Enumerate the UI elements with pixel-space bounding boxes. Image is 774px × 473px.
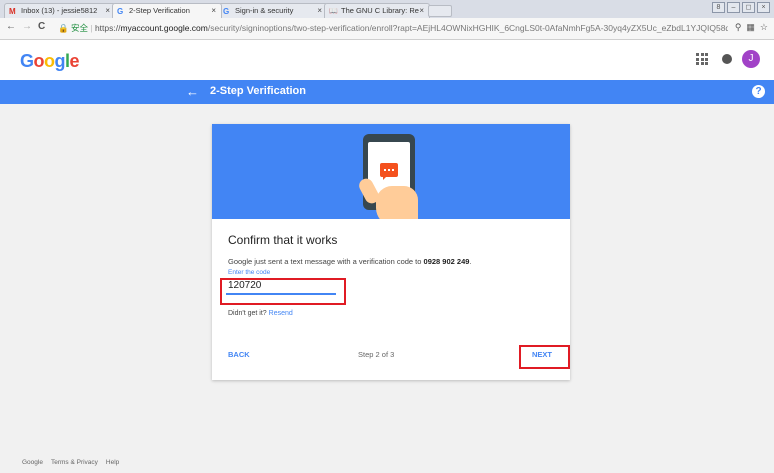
maximize-button[interactable]: ◻ (742, 2, 755, 13)
highlight-box-next (519, 345, 570, 369)
logo-letter: g (54, 51, 66, 71)
google-icon: G (223, 7, 230, 16)
tab-sign-in-security[interactable]: G Sign-in & security × (218, 3, 328, 18)
google-logo[interactable]: Google (20, 51, 80, 72)
help-icon[interactable]: ? (752, 85, 765, 98)
reload-button[interactable]: C (38, 21, 45, 32)
tab-label: The GNU C Library: Re (341, 6, 419, 15)
url-host: myaccount.google.com (120, 23, 208, 33)
notifications-icon[interactable] (722, 54, 732, 64)
code-label: Enter the code (228, 269, 271, 276)
close-tab-icon[interactable]: × (105, 4, 110, 18)
highlight-box-code (220, 278, 346, 305)
title-bar: ← 2-Step Verification ? (0, 80, 774, 104)
minimize-button[interactable]: – (727, 2, 740, 13)
key-icon[interactable]: ⚲ (735, 22, 742, 33)
apps-grid-icon[interactable] (696, 53, 708, 65)
book-icon: 📖 (329, 8, 338, 15)
gmail-icon: M (9, 7, 16, 16)
forward-button[interactable]: → (22, 21, 32, 32)
back-button[interactable]: BACK (228, 350, 250, 359)
google-header: Google J (0, 40, 774, 80)
tab-label: Inbox (13) - jessie5812 (21, 6, 98, 15)
toolbar-icons: ⚲ ▦ ☆ (735, 22, 768, 33)
resend-link[interactable]: Resend (269, 310, 293, 317)
avatar[interactable]: J (742, 50, 760, 68)
tab-strip: M Inbox (13) - jessie5812 × G 2-Step Ver… (0, 0, 774, 18)
url-bar[interactable]: 🔒 安全 | https://myaccount.google.com/secu… (58, 21, 728, 36)
extension-icon[interactable]: ▦ (746, 22, 755, 33)
footer-terms-link[interactable]: Terms & Privacy (51, 459, 98, 466)
profile-button[interactable]: 8 (712, 2, 725, 13)
url-scheme: https:// (94, 23, 121, 33)
close-tab-icon[interactable]: × (211, 4, 216, 18)
phone-number: 0928 902 249 (423, 257, 470, 266)
message-bubble-icon (380, 163, 398, 180)
verification-card: Confirm that it works Google just sent a… (212, 124, 570, 380)
google-icon: G (117, 7, 124, 16)
logo-letter: o (33, 51, 45, 71)
hand-shape (376, 186, 418, 219)
close-window-button[interactable]: × (757, 2, 770, 13)
close-tab-icon[interactable]: × (419, 4, 424, 18)
new-tab-button[interactable] (428, 5, 452, 17)
close-tab-icon[interactable]: × (317, 4, 322, 18)
footer-google-link[interactable]: Google (22, 459, 43, 466)
secure-label: 安全 (70, 23, 88, 33)
card-title: Confirm that it works (228, 233, 338, 247)
tab-2-step-verification[interactable]: G 2-Step Verification × (112, 3, 222, 18)
logo-letter: e (69, 51, 80, 71)
logo-letter: G (20, 51, 34, 71)
address-bar-row: ← → C 🔒 安全 | https://myaccount.google.co… (0, 18, 774, 40)
page-title: 2-Step Verification (210, 85, 306, 97)
lock-icon[interactable]: 🔒 (58, 23, 69, 33)
didnt-get-it: Didn't get it? Resend (228, 310, 293, 317)
star-icon[interactable]: ☆ (760, 22, 768, 33)
sent-message: Google just sent a text message with a v… (228, 257, 472, 266)
tab-label: Sign-in & security (235, 6, 294, 15)
tab-inbox[interactable]: M Inbox (13) - jessie5812 × (4, 3, 116, 18)
logo-letter: o (44, 51, 55, 71)
window-controls: 8 – ◻ × (712, 2, 770, 13)
footer: Google Terms & Privacy Help (22, 459, 119, 466)
phone-illustration (212, 124, 570, 219)
back-arrow-icon[interactable]: ← (186, 84, 199, 99)
url-path: /security/signinoptions/two-step-verific… (207, 23, 728, 33)
tab-gnu-c-library[interactable]: 📖 The GNU C Library: Re × (324, 3, 430, 18)
tab-label: 2-Step Verification (129, 6, 190, 15)
footer-help-link[interactable]: Help (106, 459, 119, 466)
step-indicator: Step 2 of 3 (358, 350, 395, 359)
back-button[interactable]: ← (6, 21, 16, 32)
